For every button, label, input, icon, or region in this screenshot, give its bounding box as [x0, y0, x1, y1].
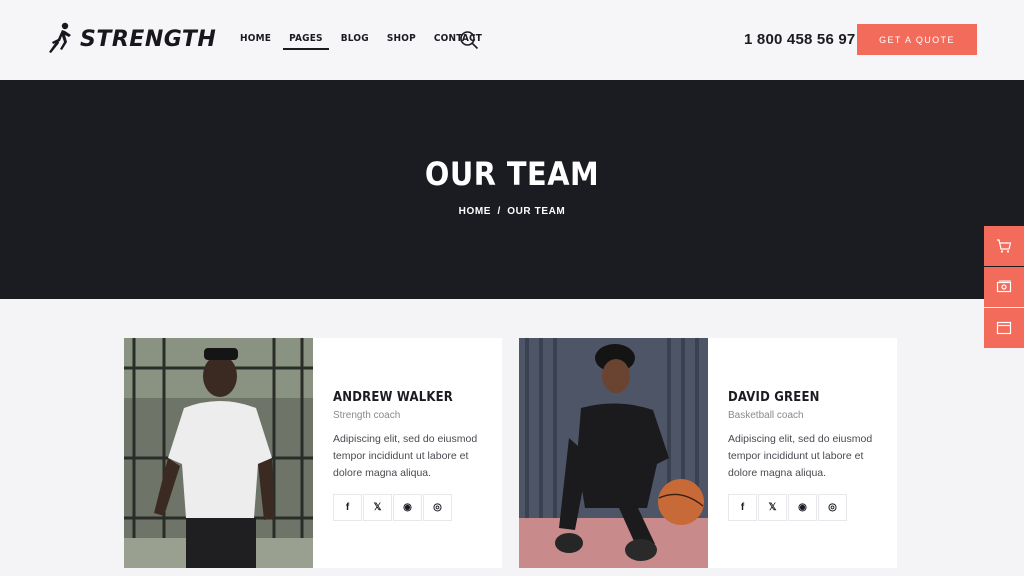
- runner-logo-icon: [49, 22, 71, 53]
- demo-button[interactable]: [984, 308, 1024, 348]
- coach-description: Adipiscing elit, sed do eiusmod tempor i…: [333, 433, 478, 479]
- instagram-icon[interactable]: ◎: [818, 494, 847, 521]
- team-card: ANDREW WALKER Strength coach Adipiscing …: [124, 338, 502, 568]
- search-icon[interactable]: [459, 30, 479, 50]
- dribbble-icon[interactable]: ◉: [788, 494, 817, 521]
- social-links: f 𝕏 ◉ ◎: [728, 494, 888, 521]
- cart-button[interactable]: [984, 226, 1024, 266]
- facebook-icon[interactable]: f: [333, 494, 362, 521]
- team-card: DAVID GREEN Basketball coach Adipiscing …: [519, 338, 897, 568]
- coach-role: Basketball coach: [728, 410, 804, 421]
- money-icon: [996, 280, 1012, 293]
- side-toolbar: [984, 226, 1024, 349]
- breadcrumb-current: OUR TEAM: [507, 206, 566, 217]
- cart-icon: [997, 239, 1012, 253]
- phone-number: 1 800 458 56 97: [744, 31, 856, 48]
- browser-window-icon: [996, 321, 1012, 335]
- nav-item-blog[interactable]: BLOG: [341, 33, 369, 44]
- coach-info: DAVID GREEN Basketball coach Adipiscing …: [728, 390, 888, 521]
- page-hero: OUR TEAM HOME / OUR TEAM: [0, 80, 1024, 299]
- coach-info: ANDREW WALKER Strength coach Adipiscing …: [333, 390, 493, 521]
- logo[interactable]: STRENGTH: [46, 22, 216, 56]
- coach-name: ANDREW WALKER: [333, 390, 454, 405]
- page-title: OUR TEAM: [424, 155, 600, 193]
- coach-photo: [519, 338, 708, 568]
- instagram-icon[interactable]: ◎: [423, 494, 452, 521]
- nav-item-pages[interactable]: PAGES: [283, 33, 329, 50]
- get-a-quote-button[interactable]: GET A QUOTE: [857, 24, 977, 55]
- coach-description: Adipiscing elit, sed do eiusmod tempor i…: [728, 433, 873, 479]
- breadcrumb-home-link[interactable]: HOME: [459, 206, 491, 217]
- site-header: STRENGTH HOME PAGES BLOG SHOP CONTACT 1 …: [0, 0, 1024, 80]
- breadcrumb: HOME / OUR TEAM: [0, 206, 1024, 217]
- coach-name: DAVID GREEN: [728, 390, 820, 405]
- x-twitter-icon[interactable]: 𝕏: [363, 494, 392, 521]
- dribbble-icon[interactable]: ◉: [393, 494, 422, 521]
- facebook-icon[interactable]: f: [728, 494, 757, 521]
- nav-item-home[interactable]: HOME: [240, 33, 271, 44]
- coach-role: Strength coach: [333, 410, 401, 421]
- main-nav: HOME PAGES BLOG SHOP CONTACT: [240, 33, 482, 50]
- nav-item-shop[interactable]: SHOP: [387, 33, 416, 44]
- pricing-button[interactable]: [984, 267, 1024, 307]
- x-twitter-icon[interactable]: 𝕏: [758, 494, 787, 521]
- brand-name: STRENGTH: [80, 26, 217, 52]
- social-links: f 𝕏 ◉ ◎: [333, 494, 493, 521]
- coach-photo: [124, 338, 313, 568]
- breadcrumb-separator: /: [497, 206, 501, 217]
